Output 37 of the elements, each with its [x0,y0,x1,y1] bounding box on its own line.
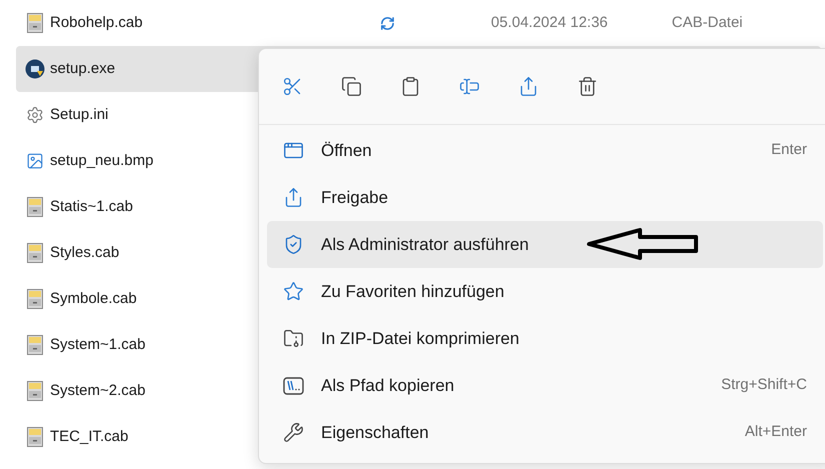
shortcut-text: Enter [771,140,807,160]
file-name: Robohelp.cab [50,12,143,33]
star-icon [282,281,304,302]
image-file-icon [26,152,44,170]
file-name: Symbole.cab [50,288,137,309]
file-name: System~1.cab [50,334,146,355]
file-name: Styles.cab [50,242,120,263]
share-icon[interactable] [518,76,539,97]
rename-icon[interactable] [459,76,480,97]
cut-icon[interactable] [282,76,303,97]
cabinet-file-icon [27,335,43,355]
path-icon [282,376,304,394]
file-name: System~2.cab [50,380,146,401]
copy-icon[interactable] [341,76,362,97]
file-name: Setup.ini [50,104,108,125]
file-name: setup.exe [50,58,116,79]
cabinet-file-icon [27,381,43,401]
setup-program-icon [25,59,45,79]
delete-icon[interactable] [577,76,598,97]
settings-file-icon [26,106,44,124]
cabinet-file-icon [27,197,43,217]
cabinet-file-icon [27,289,43,309]
paste-icon[interactable] [400,76,421,97]
file-name: TEC_IT.cab [50,426,128,447]
file-name: Statis~1.cab [50,196,133,217]
cabinet-file-icon [27,13,43,33]
modified-date: 05.04.2024 12:36 [491,12,608,33]
file-type: CAB-Datei [672,12,743,33]
cabinet-file-icon [27,427,43,447]
shortcut-text: Alt+Enter [744,422,807,442]
wrench-icon [282,422,304,443]
zip-folder-icon [282,328,304,349]
window-icon [282,140,304,161]
menu-item[interactable]: Als Administrator ausführen [267,221,823,268]
file-name: setup_neu.bmp [50,150,154,171]
shortcut-text: Strg+Shift+C [721,375,807,396]
cabinet-file-icon [27,243,43,263]
